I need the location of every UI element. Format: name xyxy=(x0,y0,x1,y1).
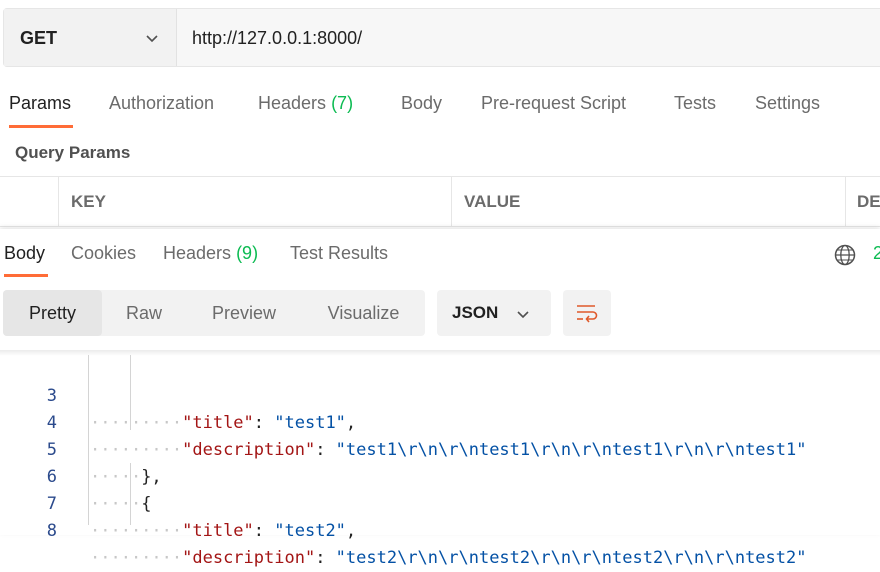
query-params-title: Query Params xyxy=(15,143,131,162)
tab-pre-request-script[interactable]: Pre-request Script xyxy=(481,93,626,114)
response-tab-cookies[interactable]: Cookies xyxy=(71,243,136,264)
code-line: 5 ·····}, xyxy=(0,410,880,487)
column-header-description: DE xyxy=(857,192,880,211)
headers-count: (7) xyxy=(331,93,354,113)
response-tab-body[interactable]: Body xyxy=(4,243,45,264)
tab-authorization[interactable]: Authorization xyxy=(109,93,214,114)
format-label: JSON xyxy=(452,303,499,322)
tab-headers[interactable]: Headers (7) xyxy=(258,93,353,114)
globe-icon[interactable] xyxy=(833,243,857,267)
response-tab-headers-label: Headers xyxy=(163,243,232,263)
chevron-down-icon[interactable] xyxy=(515,306,531,322)
line-number: 8 xyxy=(46,521,57,541)
json-string: "test2" xyxy=(274,521,346,541)
table-column-divider xyxy=(845,177,846,226)
code-line: 7 ·········"title": "test2", xyxy=(0,464,880,541)
code-line: 8 ·········"description": "test2\r\n\r\n… xyxy=(0,491,880,568)
url-input[interactable]: http://127.0.0.1:8000/ xyxy=(192,28,362,49)
code-line: 4 ·········"description": "test1\r\n\r\n… xyxy=(0,383,880,460)
json-key: "title" xyxy=(182,521,254,541)
table-column-divider xyxy=(58,177,59,226)
table-border-bottom xyxy=(0,226,880,227)
chevron-down-icon[interactable] xyxy=(144,30,160,46)
table-column-divider xyxy=(451,177,452,226)
response-status-code: 2 xyxy=(873,243,880,263)
json-key: "description" xyxy=(182,548,316,568)
json-punct: , xyxy=(345,521,357,541)
active-tab-indicator xyxy=(9,125,73,128)
table-border-top xyxy=(0,176,880,177)
response-headers-count: (9) xyxy=(236,243,259,263)
response-tab-test-results[interactable]: Test Results xyxy=(290,243,388,264)
response-tab-headers[interactable]: Headers (9) xyxy=(163,243,258,264)
response-active-tab-indicator xyxy=(4,274,48,277)
column-header-value: VALUE xyxy=(464,192,521,211)
view-raw-button[interactable]: Raw xyxy=(102,290,186,336)
view-preview-button[interactable]: Preview xyxy=(186,290,302,336)
view-visualize-button[interactable]: Visualize xyxy=(302,290,425,336)
tab-body[interactable]: Body xyxy=(401,93,442,114)
code-line: 6 ·····{ xyxy=(0,437,880,514)
json-string: "test2\r\n\r\ntest2\r\n\r\ntest2\r\n\r\n… xyxy=(335,548,807,568)
tab-params[interactable]: Params xyxy=(9,93,71,114)
tab-settings[interactable]: Settings xyxy=(755,93,820,114)
tab-tests[interactable]: Tests xyxy=(674,93,716,114)
code-line: 3 ·········"title": "test1", xyxy=(0,356,880,433)
tab-headers-label: Headers xyxy=(258,93,327,113)
view-pretty-button[interactable]: Pretty xyxy=(3,290,102,336)
method-label: GET xyxy=(20,28,58,48)
wrap-lines-icon xyxy=(577,305,598,323)
column-header-key: KEY xyxy=(71,192,106,211)
